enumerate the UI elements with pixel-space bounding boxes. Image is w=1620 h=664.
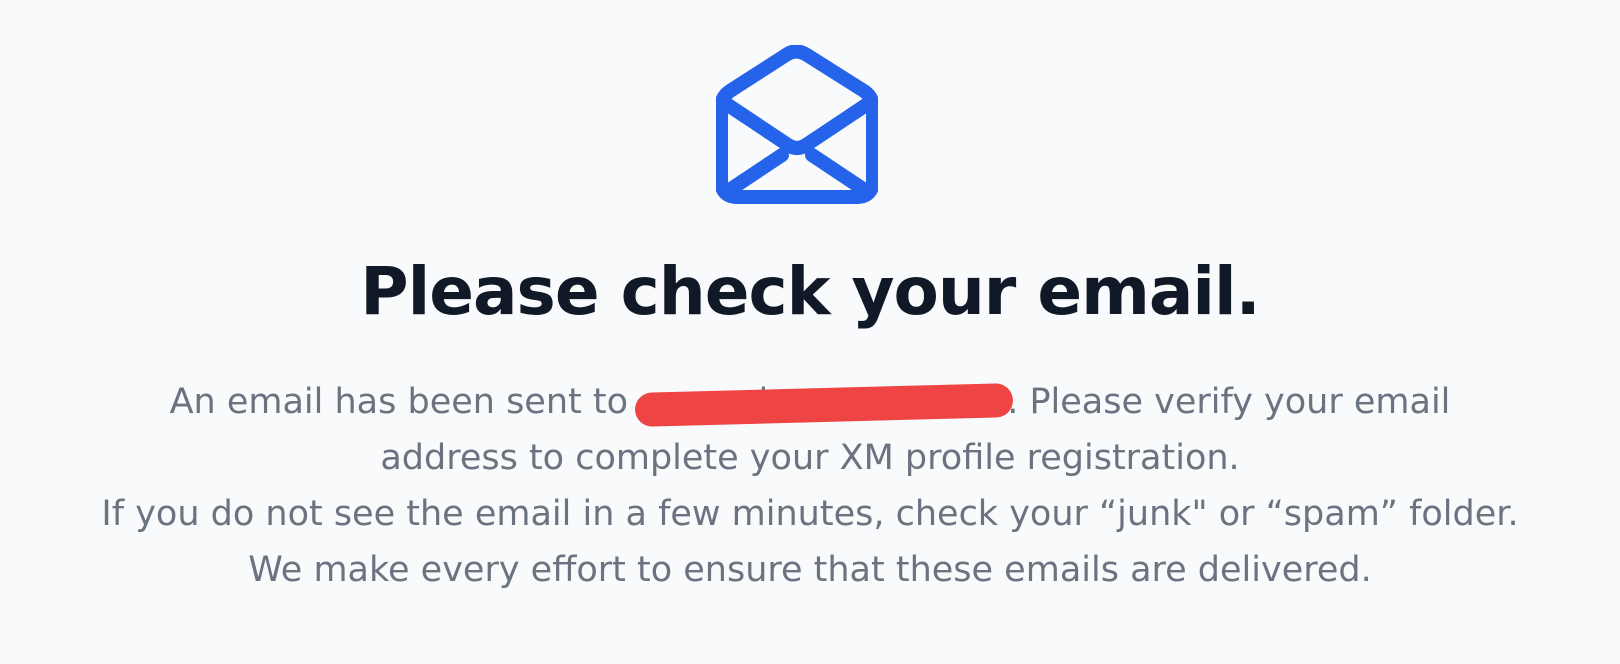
message-line-4: We make every effort to ensure that thes… (248, 550, 1372, 590)
open-envelope-icon (716, 45, 878, 207)
email-address: example@email.com (634, 374, 1014, 430)
message-line-3: If you do not see the email in a few min… (101, 494, 1519, 534)
message-suffix: . Please verify your email (1007, 382, 1451, 422)
message-line-2: address to complete your XM profile regi… (380, 438, 1240, 478)
message-line-1: An email has been sent to example@email.… (20, 374, 1600, 430)
email-verification-page: Please check your email. An email has be… (0, 0, 1620, 664)
message-prefix: An email has been sent to (169, 382, 640, 422)
verification-message: An email has been sent to example@email.… (20, 374, 1600, 598)
page-title: Please check your email. (360, 253, 1260, 330)
